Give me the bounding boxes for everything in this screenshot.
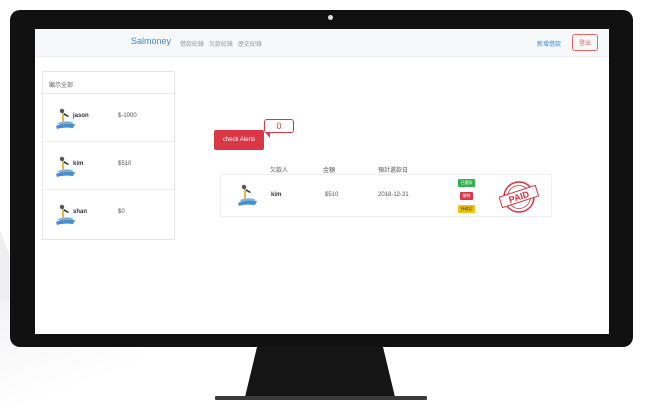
sidebar-item-jason[interactable]: jason $-1000 bbox=[43, 94, 174, 142]
person-name: shan bbox=[73, 209, 88, 215]
logout-button[interactable]: 登出 bbox=[572, 34, 598, 51]
alert-bubble-tail bbox=[265, 132, 270, 138]
navbar: Salmoney 借款紀錄 欠款紀錄 歷史紀錄 新增借款 登出 bbox=[35, 29, 609, 57]
nav-link-debts[interactable]: 欠款紀錄 bbox=[209, 39, 233, 48]
avatar-icon bbox=[56, 108, 75, 129]
monitor-frame: Salmoney 借款紀錄 欠款紀錄 歷史紀錄 新增借款 登出 顯示全部 jas… bbox=[10, 10, 633, 347]
nav-link-loans[interactable]: 借款紀錄 bbox=[180, 39, 204, 48]
delete-button[interactable]: 刪除 bbox=[460, 192, 473, 200]
pending-confirm-button[interactable]: 待確認 bbox=[458, 205, 475, 213]
due-date: 2018-12-31 bbox=[378, 192, 409, 198]
brand-logo[interactable]: Salmoney bbox=[131, 36, 171, 46]
avatar-icon bbox=[56, 204, 75, 225]
sidebar-item-kim[interactable]: kim $510 bbox=[43, 142, 174, 190]
avatar-icon bbox=[56, 156, 75, 177]
alert-count-badge: 0 bbox=[264, 119, 294, 133]
column-header-debtor: 欠款人 bbox=[270, 168, 289, 174]
webcam-dot bbox=[328, 15, 333, 20]
check-alerts-button[interactable]: check Alerts bbox=[214, 130, 264, 150]
repaid-button[interactable]: 已還款 bbox=[458, 179, 475, 187]
monitor-stand bbox=[245, 347, 395, 397]
column-header-amount: 金額 bbox=[323, 168, 336, 174]
table-row: kim $510 2018-12-31 已還款 刪除 待確認 PAID bbox=[220, 174, 552, 217]
stage: Salmoney 借款紀錄 欠款紀錄 歷史紀錄 新增借款 登出 顯示全部 jas… bbox=[0, 0, 646, 414]
sidebar-item-shan[interactable]: shan $0 bbox=[43, 190, 174, 238]
debt-amount: $510 bbox=[325, 192, 339, 198]
column-header-due-date: 預計還款日 bbox=[378, 168, 409, 174]
person-amount: $510 bbox=[118, 161, 132, 167]
nav-link-history[interactable]: 歷史紀錄 bbox=[238, 39, 262, 48]
new-loan-link[interactable]: 新增借款 bbox=[537, 39, 561, 48]
debtor-name: kim bbox=[271, 192, 282, 198]
avatar-icon bbox=[238, 184, 257, 206]
show-all-item[interactable]: 顯示全部 bbox=[43, 72, 174, 94]
monitor-screen: Salmoney 借款紀錄 欠款紀錄 歷史紀錄 新增借款 登出 顯示全部 jas… bbox=[35, 29, 609, 334]
person-amount: $0 bbox=[118, 209, 125, 215]
person-amount: $-1000 bbox=[118, 113, 137, 119]
paid-stamp: PAID bbox=[499, 181, 539, 213]
monitor-stand-base bbox=[215, 396, 427, 400]
people-sidebar: 顯示全部 jason $-1000 kim $510 shan $0 bbox=[42, 71, 175, 240]
person-name: jason bbox=[73, 113, 89, 119]
nav-links: 借款紀錄 欠款紀錄 歷史紀錄 bbox=[180, 39, 262, 48]
person-name: kim bbox=[73, 161, 84, 167]
